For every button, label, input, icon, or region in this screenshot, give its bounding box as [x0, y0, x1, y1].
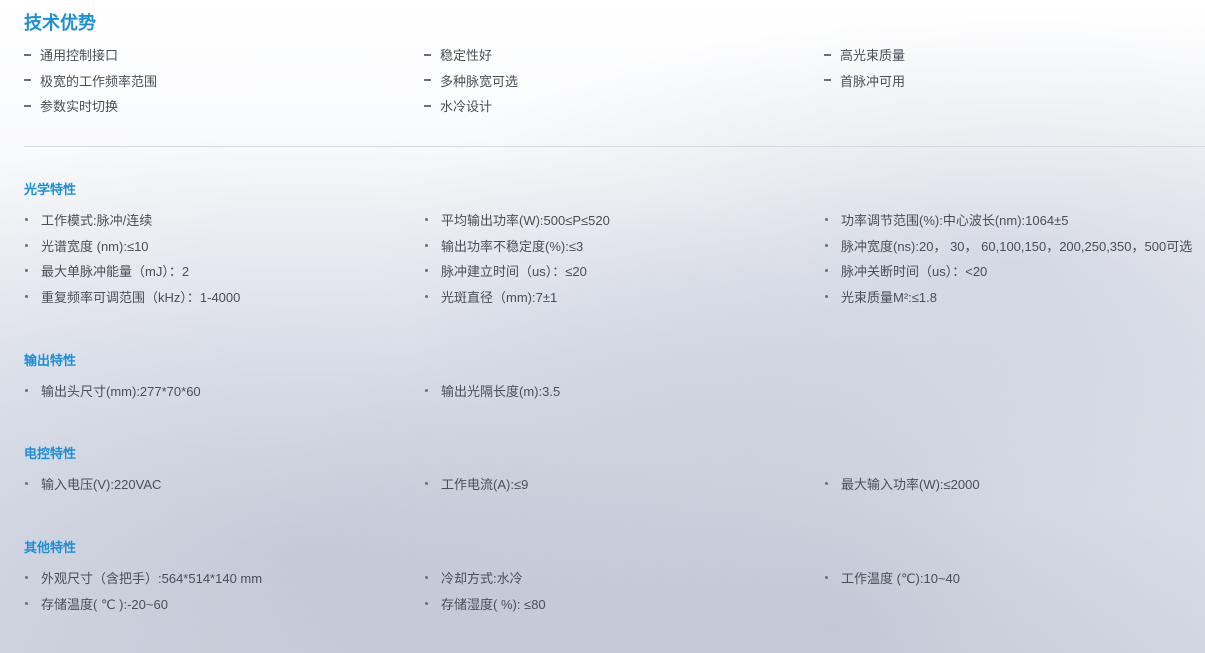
list-item: 冷却方式:水冷	[424, 565, 824, 591]
bullet-icon	[25, 601, 28, 605]
section-output: 输出特性 输出头尺寸(mm):277*70*60 输出光隔长度(m):3.5	[24, 352, 1204, 404]
list-item: 输出功率不稳定度(%):≤3	[424, 233, 824, 259]
list-item: 外观尺寸（含把手）:564*514*140 mm	[24, 565, 424, 591]
divider	[24, 146, 1205, 147]
list-item: 脉冲建立时间（us）：≤20	[424, 258, 824, 284]
list-item: 存储湿度( %): ≤80	[424, 591, 824, 617]
section-title: 输出特性	[24, 353, 77, 368]
list-item: 极宽的工作频率范围	[24, 68, 424, 94]
list-item: 脉冲宽度(ns):20， 30， 60,100,150，200,250,350，…	[824, 233, 1204, 259]
list-item: 光斑直径（mm):7±1	[424, 284, 824, 310]
dash-icon	[24, 104, 31, 107]
bullet-icon	[25, 243, 28, 247]
bullet-icon	[825, 243, 828, 247]
bullet-icon	[825, 576, 828, 580]
bullet-icon	[425, 269, 428, 273]
list-item: 光束质量M²:≤1.8	[824, 284, 1204, 310]
bullet-icon	[425, 389, 428, 393]
spec-list: 工作模式:脉冲/连续 平均输出功率(W):500≤P≤520 功率调节范围(%)…	[24, 207, 1204, 309]
list-item: 参数实时切换	[24, 93, 424, 119]
spec-list: 输出头尺寸(mm):277*70*60 输出光隔长度(m):3.5	[24, 378, 1204, 404]
bullet-icon	[825, 294, 828, 298]
bullet-icon	[25, 389, 28, 393]
section-title: 其他特性	[24, 540, 77, 555]
page: 技术优势 通用控制接口 稳定性好 高光束质量 极宽的工作频率范围 多种脉宽可选 …	[0, 0, 1205, 653]
list-item: 输出光隔长度(m):3.5	[424, 378, 824, 404]
bullet-icon	[825, 269, 828, 273]
section-other: 其他特性 外观尺寸（含把手）:564*514*140 mm 冷却方式:水冷 工作…	[24, 539, 1204, 616]
list-item: 水冷设计	[424, 93, 824, 119]
bullet-icon	[425, 243, 428, 247]
list-item: 多种脉宽可选	[424, 68, 824, 94]
section-electrical: 电控特性 输入电压(V):220VAC 工作电流(A):≤9 最大输入功率(W)…	[24, 445, 1204, 497]
dash-icon	[424, 104, 431, 107]
spec-list: 外观尺寸（含把手）:564*514*140 mm 冷却方式:水冷 工作温度 (℃…	[24, 565, 1204, 616]
dash-icon	[424, 79, 431, 82]
list-item: 高光束质量	[824, 42, 1204, 68]
bullet-icon	[25, 294, 28, 298]
dash-icon	[424, 53, 431, 56]
list-item: 工作温度 (℃):10~40	[824, 565, 1204, 591]
section-optical: 光学特性 工作模式:脉冲/连续 平均输出功率(W):500≤P≤520 功率调节…	[24, 181, 1204, 309]
dash-icon	[24, 79, 31, 82]
section-title: 光学特性	[24, 182, 77, 197]
page-title: 技术优势	[24, 13, 96, 33]
list-item: 输入电压(V):220VAC	[24, 471, 424, 497]
bullet-icon	[825, 218, 828, 222]
list-item: 脉冲关断时间（us）：<20	[824, 258, 1204, 284]
list-item: 工作电流(A):≤9	[424, 471, 824, 497]
bullet-icon	[25, 269, 28, 273]
list-item: 输出头尺寸(mm):277*70*60	[24, 378, 424, 404]
bullet-icon	[25, 576, 28, 580]
bullet-icon	[425, 294, 428, 298]
dash-icon	[824, 79, 831, 82]
bullet-icon	[25, 218, 28, 222]
bullet-icon	[25, 482, 28, 486]
dash-icon	[824, 53, 831, 56]
spec-list: 输入电压(V):220VAC 工作电流(A):≤9 最大输入功率(W):≤200…	[24, 471, 1204, 497]
list-item: 功率调节范围(%):中心波长(nm):1064±5	[824, 207, 1204, 233]
bullet-icon	[425, 218, 428, 222]
list-item: 首脉冲可用	[824, 68, 1204, 94]
advantages-list: 通用控制接口 稳定性好 高光束质量 极宽的工作频率范围 多种脉宽可选 首脉冲可用…	[24, 42, 1204, 119]
list-item: 光谱宽度 (nm):≤10	[24, 233, 424, 259]
list-item: 最大单脉冲能量（mJ）：2	[24, 258, 424, 284]
dash-icon	[24, 53, 31, 56]
list-item: 工作模式:脉冲/连续	[24, 207, 424, 233]
list-item: 通用控制接口	[24, 42, 424, 68]
list-item: 稳定性好	[424, 42, 824, 68]
section-title: 电控特性	[24, 446, 77, 461]
bullet-icon	[825, 482, 828, 486]
list-item: 存储温度( ℃ ):-20~60	[24, 591, 424, 617]
bullet-icon	[425, 576, 428, 580]
bullet-icon	[425, 482, 428, 486]
list-item: 最大输入功率(W):≤2000	[824, 471, 1204, 497]
list-item: 平均输出功率(W):500≤P≤520	[424, 207, 824, 233]
bullet-icon	[425, 601, 428, 605]
list-item: 重复频率可调范围（kHz）：1-4000	[24, 284, 424, 310]
